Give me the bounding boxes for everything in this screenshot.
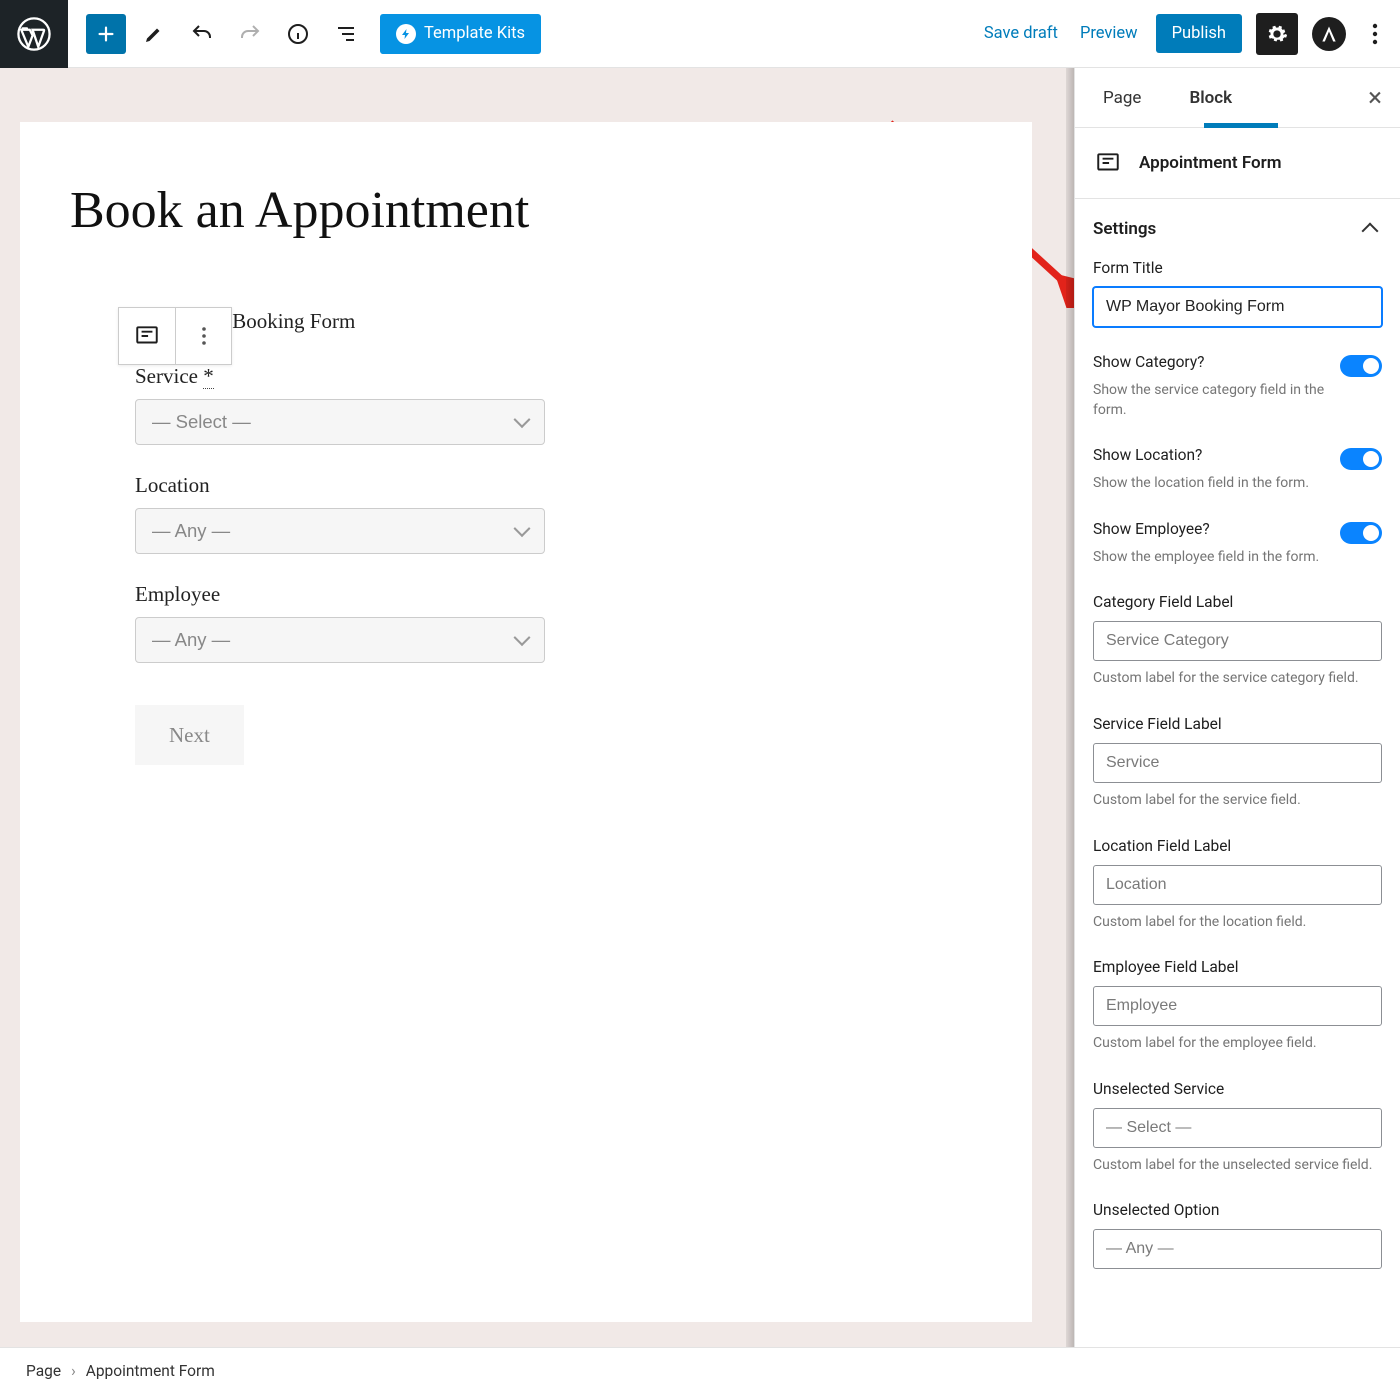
next-button[interactable]: Next [135,705,244,765]
show-category-label: Show Category? [1093,353,1328,371]
preview-button[interactable]: Preview [1076,16,1142,51]
category-label-label: Category Field Label [1093,593,1382,611]
add-block-button[interactable] [86,14,126,54]
editor-workspace: Book an Appointment WP Mayor Booking For… [0,68,1400,1347]
employee-field-label: Employee [135,582,545,607]
redo-icon[interactable] [230,14,270,54]
show-category-control: Show Category? Show the service category… [1093,353,1382,420]
breadcrumb-root[interactable]: Page [26,1362,61,1380]
editor-topbar: Template Kits Save draft Preview Publish [0,0,1400,68]
employee-label-input[interactable] [1093,986,1382,1026]
show-category-help: Show the service category field in the f… [1093,381,1328,420]
service-label-input[interactable] [1093,743,1382,783]
block-header: Appointment Form [1075,128,1400,199]
settings-toggle-button[interactable] [1256,13,1298,55]
service-label-help: Custom label for the service field. [1093,791,1382,811]
employee-select[interactable]: — Any — [135,617,545,663]
category-label-input[interactable] [1093,621,1382,661]
form-title-control: Form Title [1093,259,1382,327]
location-field-label: Location [135,473,545,498]
canvas-scroll-edge [1066,68,1074,1347]
show-employee-control: Show Employee? Show the employee field i… [1093,520,1382,568]
service-select[interactable]: — Select — [135,399,545,445]
form-title-label: Form Title [1093,259,1382,277]
service-label-control: Service Field Label Custom label for the… [1093,715,1382,811]
chevron-up-icon [1362,223,1379,240]
unselected-service-help: Custom label for the unselected service … [1093,1156,1382,1176]
template-kits-label: Template Kits [424,24,525,43]
undo-icon[interactable] [182,14,222,54]
settings-panel-title: Settings [1093,219,1156,239]
breadcrumb-footer: Page › Appointment Form [0,1347,1400,1393]
block-name: Appointment Form [1139,153,1282,173]
tab-block[interactable]: Block [1179,72,1242,124]
service-label-label: Service Field Label [1093,715,1382,733]
block-type-icon[interactable] [119,308,175,364]
tab-page[interactable]: Page [1093,72,1151,124]
show-category-toggle[interactable] [1340,355,1382,377]
unselected-service-input[interactable] [1093,1108,1382,1148]
info-icon[interactable] [278,14,318,54]
settings-panel-toggle[interactable]: Settings [1075,199,1400,259]
edit-mode-icon[interactable] [134,14,174,54]
toolbar-left: Template Kits [68,14,541,54]
service-field-label: Service * [135,364,545,389]
show-location-label: Show Location? [1093,446,1328,464]
unselected-option-control: Unselected Option [1093,1201,1382,1269]
unselected-option-label: Unselected Option [1093,1201,1382,1219]
employee-label-control: Employee Field Label Custom label for th… [1093,958,1382,1054]
publish-button[interactable]: Publish [1156,14,1242,53]
employee-label-help: Custom label for the employee field. [1093,1034,1382,1054]
show-location-help: Show the location field in the form. [1093,474,1328,494]
block-icon [1093,148,1123,178]
show-employee-toggle[interactable] [1340,522,1382,544]
canvas-area: Book an Appointment WP Mayor Booking For… [0,68,1074,1347]
block-more-icon[interactable] [175,308,231,364]
sidebar-tabs: Page Block × [1075,68,1400,128]
more-options-button[interactable] [1360,14,1390,54]
template-kits-button[interactable]: Template Kits [380,14,541,54]
unselected-service-label: Unselected Service [1093,1080,1382,1098]
location-label-label: Location Field Label [1093,837,1382,855]
show-employee-label: Show Employee? [1093,520,1328,538]
chevron-right-icon: › [71,1362,76,1380]
location-select[interactable]: — Any — [135,508,545,554]
breadcrumb-leaf[interactable]: Appointment Form [86,1362,215,1380]
employee-label-label: Employee Field Label [1093,958,1382,976]
theme-badge[interactable] [1312,17,1346,51]
wordpress-logo[interactable] [0,0,68,68]
page-title[interactable]: Book an Appointment [70,182,962,239]
list-view-icon[interactable] [326,14,366,54]
toolbar-right: Save draft Preview Publish [980,13,1400,55]
unselected-service-control: Unselected Service Custom label for the … [1093,1080,1382,1176]
required-mark: * [203,364,214,389]
form-title-input[interactable] [1093,287,1382,327]
settings-panel-body: Form Title Show Category? Show the servi… [1075,259,1400,1315]
category-label-control: Category Field Label Custom label for th… [1093,593,1382,689]
location-label-help: Custom label for the location field. [1093,913,1382,933]
unselected-option-input[interactable] [1093,1229,1382,1269]
bolt-icon [396,24,416,44]
settings-sidebar: Page Block × Appointment Form Settings F… [1074,68,1400,1347]
tab-underline [1204,123,1278,128]
show-employee-help: Show the employee field in the form. [1093,548,1328,568]
appointment-form-block[interactable]: WP Mayor Booking Form Service * — Select… [135,309,545,765]
category-label-help: Custom label for the service category fi… [1093,669,1382,689]
location-label-input[interactable] [1093,865,1382,905]
block-toolbar [118,307,232,365]
close-sidebar-icon[interactable]: × [1368,85,1382,111]
show-location-control: Show Location? Show the location field i… [1093,446,1382,494]
show-location-toggle[interactable] [1340,448,1382,470]
save-draft-button[interactable]: Save draft [980,16,1062,51]
page-canvas[interactable]: Book an Appointment WP Mayor Booking For… [20,122,1032,1322]
location-label-control: Location Field Label Custom label for th… [1093,837,1382,933]
